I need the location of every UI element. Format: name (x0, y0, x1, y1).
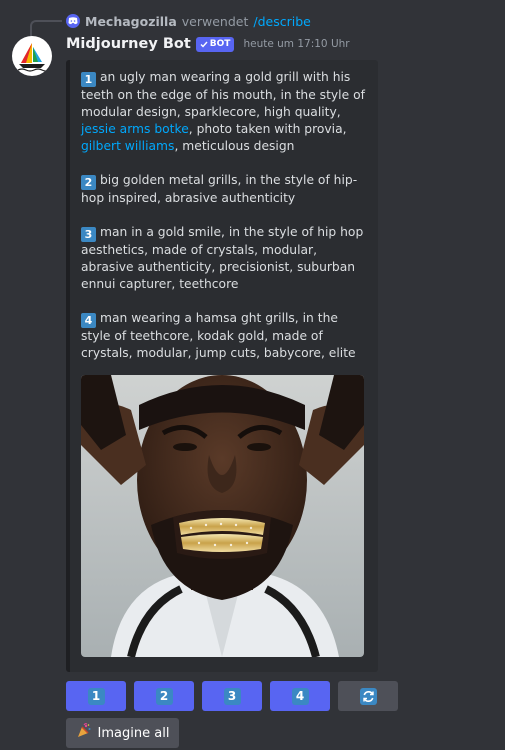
keycap-1: 1 (87, 687, 105, 705)
party-popper-icon (76, 723, 92, 743)
imagine-all-label: Imagine all (97, 725, 170, 741)
refresh-icon (359, 687, 377, 705)
describe-button-1[interactable]: 1 (66, 681, 126, 711)
prompt-number-3: 3 (81, 227, 96, 242)
reply-verb: verwendet (181, 13, 249, 29)
describe-button-3[interactable]: 3 (202, 681, 262, 711)
discord-icon (66, 14, 80, 28)
message-header: Midjourney Bot BOT heute um 17:10 Uhr (66, 34, 350, 54)
timestamp: heute um 17:10 Uhr (243, 38, 350, 50)
imagine-all-button[interactable]: Imagine all (66, 718, 179, 748)
keycap-3: 3 (223, 687, 241, 705)
prompt-text: , photo taken with provia, (188, 122, 347, 136)
prompt-text: man wearing a hamsa ght grills, in the s… (81, 311, 356, 360)
reply-reference[interactable]: Mechagozilla verwendet /describe (66, 12, 311, 30)
prompt-number-1: 1 (81, 72, 96, 87)
prompt-text: man in a gold smile, in the style of hip… (81, 225, 364, 291)
prompt-text: , meticulous design (174, 139, 295, 153)
bot-badge-label: BOT (209, 39, 231, 49)
prompt-4: 4 man wearing a hamsa ght grills, in the … (81, 310, 371, 362)
describe-button-2[interactable]: 2 (134, 681, 194, 711)
prompt-1: 1 an ugly man wearing a gold grill with h… (81, 69, 371, 155)
keycap-2: 2 (155, 687, 173, 705)
uploaded-image[interactable] (81, 375, 364, 657)
keycap-4: 4 (291, 687, 309, 705)
reroll-button[interactable] (338, 681, 398, 711)
prompt-number-4: 4 (81, 313, 96, 328)
reply-username[interactable]: Mechagozilla (85, 14, 177, 29)
prompt-text: big golden metal grills, in the style of… (81, 173, 358, 205)
artist-link[interactable]: gilbert williams (81, 139, 174, 153)
prompt-number-2: 2 (81, 175, 96, 190)
avatar[interactable] (12, 36, 52, 76)
prompt-2: 2 big golden metal grills, in the style o… (81, 172, 371, 207)
midjourney-sailboat-logo (17, 43, 49, 72)
artist-link[interactable]: jessie arms botke (81, 122, 189, 136)
checkmark-icon (200, 41, 208, 48)
action-buttons: 1 2 3 4 (66, 681, 398, 711)
prompt-list: 1 an ugly man wearing a gold grill with h… (81, 69, 371, 379)
author-name[interactable]: Midjourney Bot (66, 36, 191, 52)
prompt-text: an ugly man wearing a gold grill with hi… (81, 70, 365, 119)
man-gold-grill-photo (81, 375, 364, 657)
prompt-3: 3 man in a gold smile, in the style of hi… (81, 224, 371, 293)
bot-badge: BOT (195, 36, 235, 52)
reply-command[interactable]: /describe (253, 14, 310, 29)
describe-embed: 1 an ugly man wearing a gold grill with h… (66, 60, 378, 672)
describe-button-4[interactable]: 4 (270, 681, 330, 711)
